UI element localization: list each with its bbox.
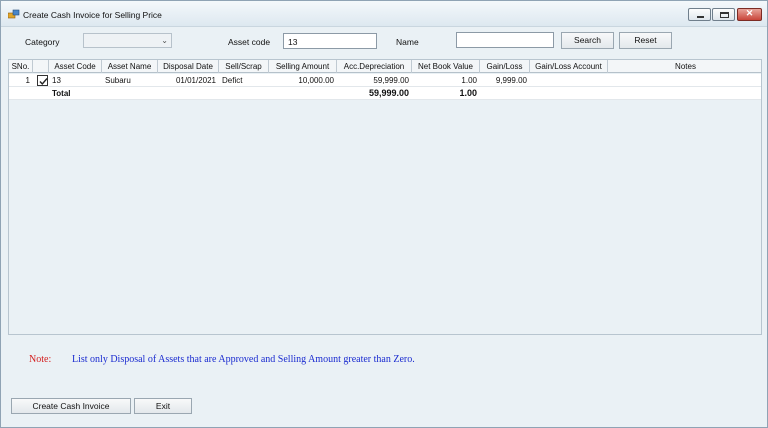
note-text: List only Disposal of Assets that are Ap… <box>72 354 415 365</box>
name-input[interactable] <box>456 32 554 48</box>
app-icon <box>8 9 20 19</box>
category-dropdown[interactable]: ⌄ <box>83 33 172 48</box>
cell-gain-loss: 9,999.00 <box>495 76 527 85</box>
column-header-notes[interactable]: Notes <box>608 60 761 73</box>
cell-selling-amount: 10,000.00 <box>298 76 334 85</box>
column-header-asset-code[interactable]: Asset Code <box>49 60 102 73</box>
assets-grid[interactable]: SNo. Asset Code Asset Name Disposal Date… <box>8 59 762 335</box>
chevron-down-icon: ⌄ <box>161 36 168 45</box>
cell-disposal-date: 01/01/2021 <box>175 76 216 85</box>
category-label: Category <box>25 37 60 47</box>
cell-net-book-value: 1.00 <box>461 76 477 85</box>
table-row[interactable]: 1 13 Subaru 01/01/2021 Defict 10,000.00 … <box>9 74 761 87</box>
total-acc-depreciation: 59,999.00 <box>368 88 409 98</box>
minimize-button[interactable] <box>688 8 711 21</box>
cell-asset-code: 13 <box>52 76 61 85</box>
close-icon: ✕ <box>745 8 754 18</box>
total-net-book-value: 1.00 <box>459 88 477 98</box>
cell-sno: 1 <box>25 76 30 85</box>
note-label: Note: <box>29 354 52 365</box>
maximize-button[interactable] <box>712 8 735 21</box>
column-header-gain-loss[interactable]: Gain/Loss <box>480 60 530 73</box>
cell-sell-scrap: Defict <box>222 76 243 85</box>
column-header-asset-name[interactable]: Asset Name <box>102 60 158 73</box>
cell-gain-loss-account <box>530 74 608 87</box>
column-header-net-book-value[interactable]: Net Book Value <box>412 60 480 73</box>
exit-button[interactable]: Exit <box>134 398 192 414</box>
row-select-checkbox[interactable] <box>37 75 48 86</box>
close-button[interactable]: ✕ <box>737 8 762 21</box>
maximize-icon <box>720 12 729 18</box>
column-header-acc-depreciation[interactable]: Acc.Depreciation <box>337 60 412 73</box>
title-bar[interactable]: Create Cash Invoice for Selling Price ✕ <box>1 1 767 27</box>
main-window: Create Cash Invoice for Selling Price ✕ … <box>0 0 768 428</box>
column-header-selling-amount[interactable]: Selling Amount <box>269 60 337 73</box>
cell-asset-name: Subaru <box>105 76 131 85</box>
column-header-sno[interactable]: SNo. <box>9 60 33 73</box>
cell-acc-depreciation: 59,999.00 <box>373 76 409 85</box>
reset-button[interactable]: Reset <box>619 32 672 49</box>
create-cash-invoice-button[interactable]: Create Cash Invoice <box>11 398 131 414</box>
grid-header: SNo. Asset Code Asset Name Disposal Date… <box>9 60 761 73</box>
column-header-gain-loss-account[interactable]: Gain/Loss Account <box>530 60 608 73</box>
cell-notes <box>608 74 761 87</box>
column-header-select[interactable] <box>33 60 49 73</box>
name-label: Name <box>396 37 419 47</box>
minimize-icon <box>697 16 704 18</box>
total-label: Total <box>52 89 71 98</box>
asset-code-label: Asset code <box>228 37 271 47</box>
column-header-disposal-date[interactable]: Disposal Date <box>158 60 219 73</box>
asset-code-input[interactable]: 13 <box>283 33 377 49</box>
column-header-sell-scrap[interactable]: Sell/Scrap <box>219 60 269 73</box>
total-row: Total 59,999.00 1.00 <box>9 87 761 100</box>
search-button[interactable]: Search <box>561 32 614 49</box>
window-title: Create Cash Invoice for Selling Price <box>23 10 162 20</box>
checkmark-icon <box>39 78 48 86</box>
